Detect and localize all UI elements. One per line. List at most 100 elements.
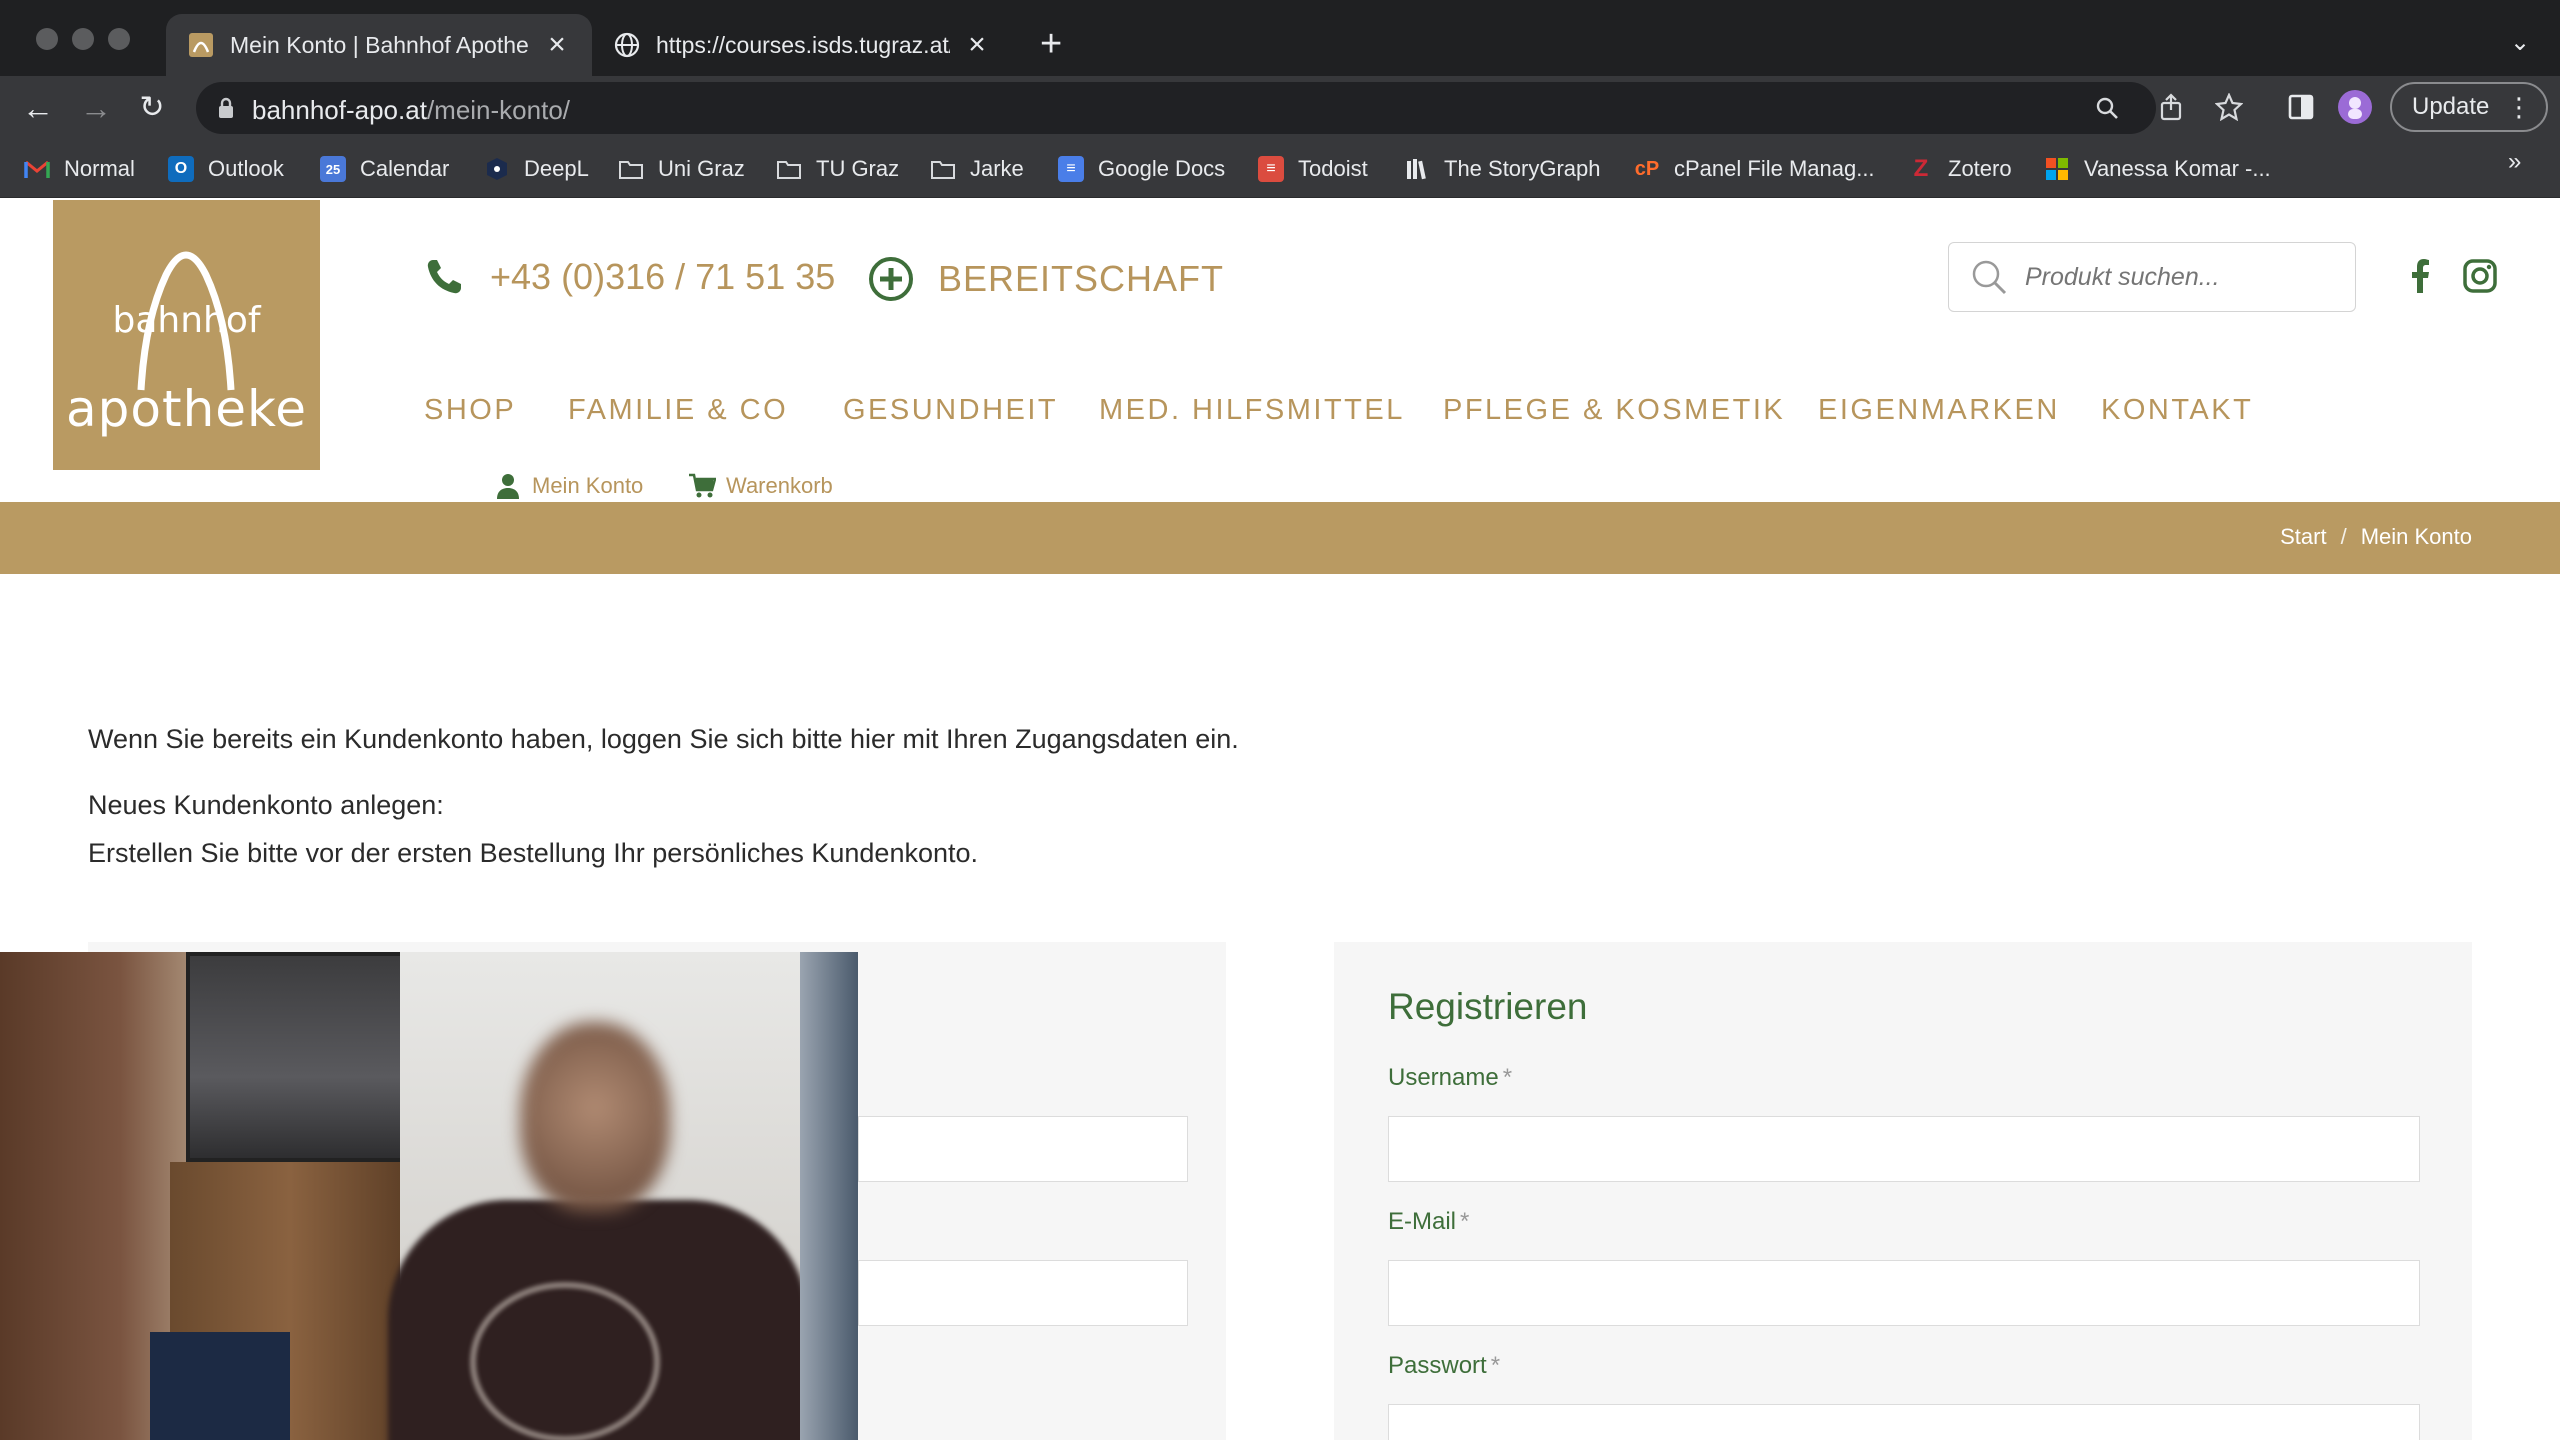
bookmark-normal[interactable]: Normal — [24, 152, 135, 186]
browser-tab-strip: Mein Konto | Bahnhof Apotheke × https://… — [0, 0, 2560, 76]
plus-circle-icon — [869, 257, 913, 301]
bookmark-vanessa-komar[interactable]: Vanessa Komar -... — [2044, 152, 2271, 186]
nav-pflege-kosmetik[interactable]: PFLEGE & KOSMETIK — [1443, 394, 1785, 427]
search-icon — [1972, 260, 2007, 295]
tab-search-chevron-icon[interactable]: ⌄ — [2510, 28, 2530, 57]
bookmark-outlook[interactable]: O Outlook — [168, 152, 284, 186]
bookmark-label: Calendar — [360, 156, 450, 181]
nav-med-hilfsmittel[interactable]: MED. HILFSMITTEL — [1099, 394, 1405, 427]
username-label: Username * — [1388, 1064, 1513, 1091]
calendar-icon: 25 — [320, 156, 346, 182]
register-email-input[interactable] — [1388, 1260, 2420, 1326]
back-icon[interactable]: ← — [20, 90, 56, 126]
microsoft-icon — [2044, 156, 2070, 182]
nav-shop[interactable]: SHOP — [424, 394, 516, 427]
lock-icon[interactable] — [216, 96, 236, 125]
tab-close-icon[interactable]: × — [964, 28, 990, 62]
bookmark-label: cPanel File Manag... — [1674, 156, 1875, 181]
cpanel-icon: cP — [1634, 157, 1660, 180]
webcam-shirt-print — [470, 1282, 660, 1440]
register-password-input[interactable] — [1388, 1404, 2420, 1440]
email-label: E-Mail * — [1388, 1208, 1470, 1235]
nav-eigenmarken[interactable]: EIGENMARKEN — [1818, 394, 2060, 427]
site-logo[interactable]: bahnhof apotheke — [53, 200, 320, 470]
nav-kontakt[interactable]: KONTAKT — [2101, 394, 2253, 427]
bookmark-label: DeepL — [524, 156, 589, 181]
zotero-icon: Z — [1913, 155, 1929, 182]
tab-title: Mein Konto | Bahnhof Apotheke — [230, 31, 530, 58]
reload-icon[interactable]: ↻ — [134, 90, 170, 126]
register-title: Registrieren — [1388, 986, 1588, 1027]
bookmark-zotero[interactable]: Z Zotero — [1908, 152, 2012, 186]
bookmark-label: Outlook — [208, 156, 284, 181]
update-button[interactable]: Update ⋮ — [2390, 82, 2548, 132]
bookmark-jarke[interactable]: Jarke — [930, 152, 1024, 186]
instagram-icon[interactable] — [2462, 258, 2498, 294]
phone-icon — [427, 260, 461, 294]
product-search-input[interactable] — [2025, 262, 2325, 292]
bookmark-todoist[interactable]: ≡ Todoist — [1258, 152, 1368, 186]
forward-icon[interactable]: → — [78, 90, 114, 126]
breadcrumb-separator: / — [2340, 524, 2347, 549]
breadcrumb-bar: Start / Mein Konto — [0, 502, 2560, 574]
storygraph-icon — [1404, 156, 1430, 182]
login-password-input[interactable] — [858, 1260, 1188, 1326]
tab-courses[interactable]: https://courses.isds.tugraz.at/i × — [592, 14, 1012, 76]
pharmacy-favicon-icon — [188, 32, 214, 58]
profile-avatar[interactable] — [2338, 90, 2372, 124]
my-account-label: Mein Konto — [532, 473, 644, 498]
webcam-overlay — [0, 952, 858, 1440]
gmail-icon — [24, 156, 50, 182]
breadcrumb-start[interactable]: Start — [2280, 524, 2326, 550]
bookmark-uni-graz[interactable]: Uni Graz — [618, 152, 745, 186]
nav-gesundheit[interactable]: GESUNDHEIT — [843, 394, 1058, 427]
zoom-search-icon[interactable] — [2090, 91, 2124, 125]
bookmark-calendar[interactable]: 25 Calendar — [320, 152, 449, 186]
phone-link[interactable]: +43 (0)316 / 71 51 35 — [424, 256, 835, 298]
todoist-icon: ≡ — [1258, 156, 1284, 182]
bookmark-label: Uni Graz — [658, 156, 745, 181]
tab-close-icon[interactable]: × — [544, 28, 570, 62]
bookmark-cpanel[interactable]: cP cPanel File Manag... — [1634, 152, 1875, 186]
bookmark-google-docs[interactable]: ≡ Google Docs — [1058, 152, 1225, 186]
globe-icon — [614, 32, 640, 58]
bookmark-storygraph[interactable]: The StoryGraph — [1404, 152, 1601, 186]
nav-familie-co[interactable]: FAMILIE & CO — [568, 394, 788, 427]
login-username-input[interactable] — [858, 1116, 1188, 1182]
new-tab-icon[interactable]: + — [1040, 25, 1062, 63]
bookmark-deepl[interactable]: DeepL — [484, 152, 589, 186]
bookmarks-overflow-icon[interactable]: » — [2508, 148, 2521, 176]
register-username-input[interactable] — [1388, 1116, 2420, 1182]
facebook-icon[interactable] — [2402, 258, 2438, 294]
folder-icon — [618, 156, 644, 182]
breadcrumb-current: Mein Konto — [2360, 524, 2472, 549]
bookmark-star-icon[interactable] — [2212, 90, 2246, 124]
outlook-icon: O — [168, 156, 194, 182]
bookmark-label: TU Graz — [816, 156, 900, 181]
docs-icon: ≡ — [1058, 156, 1084, 182]
bookmark-label: Vanessa Komar -... — [2084, 156, 2271, 181]
product-search[interactable] — [1948, 242, 2356, 312]
share-icon[interactable] — [2154, 90, 2188, 124]
login-intro-text: Wenn Sie bereits ein Kundenkonto haben, … — [88, 724, 1239, 754]
side-panel-icon[interactable] — [2284, 90, 2318, 124]
tab-title: https://courses.isds.tugraz.at/i — [656, 31, 950, 58]
logo-text-apotheke: apotheke — [66, 380, 307, 438]
address-bar[interactable]: bahnhof-apo.at/mein-konto/ — [196, 82, 2156, 134]
bereitschaft-link[interactable]: BEREITSCHAFT — [868, 256, 1224, 302]
window-minimize-dot[interactable] — [72, 28, 94, 50]
webcam-shelf — [186, 952, 406, 1162]
tab-mein-konto[interactable]: Mein Konto | Bahnhof Apotheke × — [166, 14, 592, 76]
my-account-link[interactable]: Mein Konto — [494, 472, 643, 500]
window-zoom-dot[interactable] — [108, 28, 130, 50]
cart-link[interactable]: Warenkorb — [688, 472, 833, 500]
bookmark-tu-graz[interactable]: TU Graz — [776, 152, 899, 186]
webcam-person-head — [520, 1022, 670, 1212]
cart-icon — [689, 473, 716, 498]
window-close-dot[interactable] — [36, 28, 58, 50]
phone-number: +43 (0)316 / 71 51 35 — [490, 256, 836, 297]
more-menu-icon[interactable]: ⋮ — [2506, 92, 2532, 122]
bookmark-label: Jarke — [970, 156, 1024, 181]
breadcrumb: Start / Mein Konto — [2280, 524, 2472, 550]
logo-text-bahnhof: bahnhof — [112, 300, 261, 341]
